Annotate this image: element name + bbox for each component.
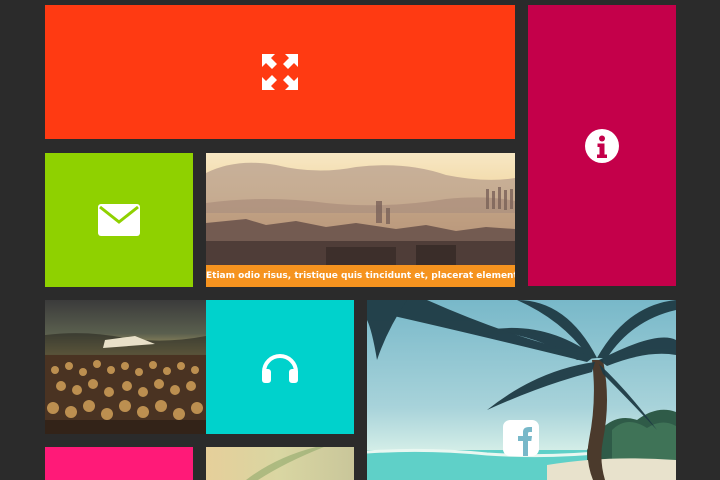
mail-tile[interactable] [45, 153, 193, 287]
concert-photo-tile[interactable] [45, 300, 206, 434]
mail-icon [98, 204, 140, 236]
expand-arrows-icon [262, 54, 298, 90]
city-skyline-graphic [206, 162, 515, 265]
info-icon-wrap [528, 5, 676, 286]
blurred-plant-photo [206, 447, 354, 480]
city-photo-tile[interactable]: Etiam odio risus, tristique quis tincidu… [206, 153, 515, 287]
expand-icon-wrap [45, 5, 515, 139]
mail-icon-wrap [45, 153, 193, 287]
facebook-icon [503, 420, 539, 456]
tile-dashboard: Etiam odio risus, tristique quis tincidu… [0, 0, 720, 480]
city-caption: Etiam odio risus, tristique quis tincidu… [206, 265, 515, 287]
info-icon [585, 128, 619, 163]
concert-crowd-photo [45, 300, 206, 434]
expand-tile[interactable] [45, 5, 515, 139]
headphones-icon-wrap [206, 300, 354, 434]
facebook-tile[interactable] [367, 300, 676, 480]
facebook-icon-wrap [503, 420, 539, 456]
pink-tile[interactable] [45, 447, 193, 480]
blurred-photo-tile[interactable] [206, 447, 354, 480]
music-tile[interactable] [206, 300, 354, 434]
headphones-icon [262, 354, 298, 383]
info-tile[interactable] [528, 5, 676, 286]
